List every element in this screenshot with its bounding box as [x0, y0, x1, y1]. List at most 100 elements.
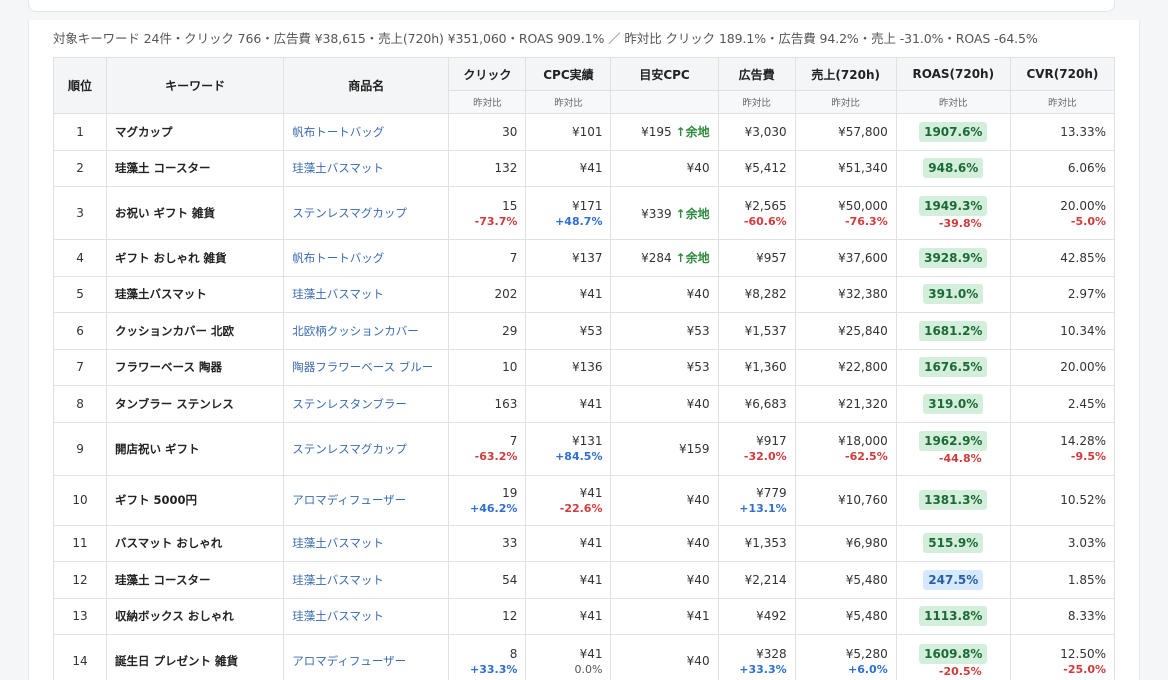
delta-value: -20.5% — [938, 664, 982, 678]
cost-value: ¥779 — [756, 485, 787, 500]
rank-cell: 13 — [52, 597, 108, 635]
cost-value: ¥1,360 — [744, 360, 787, 375]
target-cpc-cell: ¥40 — [610, 561, 719, 599]
cvr-value: 1.85% — [1067, 572, 1106, 587]
clicks: 7 — [448, 239, 527, 277]
cpc: ¥41 — [525, 524, 612, 562]
target-cpc-value: ¥40 — [686, 493, 710, 507]
cvr: 20.00% — [1009, 348, 1116, 386]
cvr: 13.33% — [1009, 113, 1116, 151]
target-cpc-value: ¥195 — [641, 125, 672, 140]
cvr-value: 12.50% — [1060, 646, 1106, 661]
keyword-text: ギフト 5000円 — [115, 493, 198, 507]
product-link[interactable]: 珪藻土バスマット — [292, 573, 384, 587]
col-header[interactable]: ROAS(720h) — [895, 57, 1011, 91]
target-cpc-cell: ¥40 — [610, 149, 719, 187]
target-cpc-value: ¥40 — [686, 654, 710, 668]
rank-cell: 7 — [52, 348, 108, 386]
col-header[interactable]: 売上(720h) — [794, 57, 897, 91]
cost: ¥917 -32.0% — [717, 421, 796, 476]
arrow-up-icon: ↑ — [675, 251, 686, 266]
product-link[interactable]: アロマディフューザー — [292, 654, 406, 668]
col-subheader: 昨対比 — [895, 90, 1011, 114]
col-header[interactable]: 商品名 — [283, 57, 450, 114]
product-link[interactable]: 珪藻土バスマット — [292, 536, 384, 550]
rank-cell: 14 — [52, 634, 108, 680]
clicks: 30 — [448, 113, 527, 151]
product-link[interactable]: ステンレスタンブラー — [292, 397, 407, 411]
col-header[interactable]: 順位 — [52, 57, 108, 114]
rank-cell: 4 — [52, 239, 108, 277]
clicks: 33 — [448, 524, 527, 562]
keyword-text: 珪藻土 コースター — [115, 161, 211, 176]
clicks-value: 132 — [494, 161, 518, 176]
cost-value: ¥5,412 — [744, 161, 787, 176]
col-header[interactable]: 目安CPC — [610, 57, 719, 91]
clicks: 19 +46.2% — [448, 474, 527, 526]
table-row: 9 開店祝い ギフト ステンレスマグカップ 7 -63.2% ¥131 +84.5% ¥159… — [52, 421, 1116, 476]
rank-value: 9 — [76, 441, 84, 456]
delta-value: -32.0% — [743, 450, 787, 463]
product-link[interactable]: ステンレスマグカップ — [292, 442, 407, 456]
rank-value: 7 — [76, 360, 84, 375]
cost: ¥5,412 — [717, 149, 796, 187]
keyword-text: クッションカバー 北欧 — [115, 323, 235, 338]
roas-cell: 948.6% — [895, 149, 1011, 187]
rank-cell: 2 — [52, 149, 108, 187]
sales: ¥21,320 — [794, 385, 897, 423]
delta-value: -39.8% — [938, 216, 982, 230]
keyword-cell: 誕生日 プレゼント 雑貨 — [106, 634, 285, 680]
cpc-value: ¥53 — [579, 323, 603, 338]
roas-cell: 1609.8% -20.5% — [895, 634, 1011, 680]
product-cell: 帆布トートバッグ — [283, 239, 450, 277]
delta-value: +46.2% — [470, 501, 518, 515]
product-link[interactable]: ステンレスマグカップ — [292, 206, 407, 220]
col-header[interactable]: CVR(720h) — [1009, 57, 1116, 91]
cost-value: ¥2,214 — [744, 572, 787, 587]
col-header[interactable]: キーワード — [106, 57, 285, 114]
cvr-value: 20.00% — [1060, 360, 1106, 375]
target-cpc-cell: ¥159 — [610, 421, 719, 476]
cost: ¥492 — [717, 597, 796, 635]
cost: ¥8,282 — [717, 275, 796, 313]
cost: ¥2,565 -60.6% — [717, 186, 796, 240]
cvr-value: 10.52% — [1060, 493, 1106, 507]
product-link[interactable]: 陶器フラワーベース ブルー — [292, 360, 433, 374]
product-link[interactable]: 珪藻土バスマット — [292, 287, 384, 301]
sales: ¥5,280 +6.0% — [794, 634, 897, 680]
delta-value: -60.6% — [743, 214, 787, 228]
rank-cell: 11 — [52, 524, 108, 562]
roas-badge: 1381.3% — [919, 490, 988, 510]
product-link[interactable]: 帆布トートバッグ — [292, 251, 384, 265]
target-cpc-cell: ¥40 — [610, 524, 719, 562]
delta-value: +48.7% — [555, 214, 603, 228]
product-link[interactable]: 珪藻土バスマット — [292, 609, 384, 623]
col-subheader: 昨対比 — [717, 90, 796, 114]
delta-value: +84.5% — [555, 450, 603, 463]
col-header[interactable]: CPC実績 — [525, 57, 612, 91]
rank-cell: 1 — [52, 113, 108, 151]
target-cpc-value: ¥41 — [686, 609, 710, 624]
clicks-value: 33 — [502, 536, 518, 551]
product-link[interactable]: 帆布トートバッグ — [292, 125, 384, 139]
delta-value: -44.8% — [938, 452, 982, 465]
clicks-value: 54 — [502, 572, 518, 587]
target-cpc-value: ¥40 — [686, 161, 710, 176]
cvr-value: 3.03% — [1067, 536, 1106, 551]
col-header[interactable]: クリック — [448, 57, 527, 91]
rank-value: 6 — [76, 323, 84, 338]
cpc-value: ¥41 — [579, 646, 603, 661]
delta-value: +6.0% — [848, 662, 888, 676]
cpc: ¥41 — [525, 385, 612, 423]
col-header[interactable]: 広告費 — [717, 57, 796, 91]
cpc: ¥171 +48.7% — [525, 186, 612, 240]
cpc: ¥41 0.0% — [525, 634, 612, 680]
rank-value: 10 — [72, 493, 88, 507]
product-link[interactable]: 珪藻土バスマット — [292, 161, 384, 175]
target-note: 余地 — [685, 206, 710, 221]
product-link[interactable]: アロマディフューザー — [292, 493, 406, 507]
product-link[interactable]: 北欧柄クッションカバー — [292, 324, 419, 338]
delta-value: -5.0% — [1070, 214, 1106, 228]
delta-value: +33.3% — [470, 662, 518, 676]
sales: ¥6,980 — [794, 524, 897, 562]
